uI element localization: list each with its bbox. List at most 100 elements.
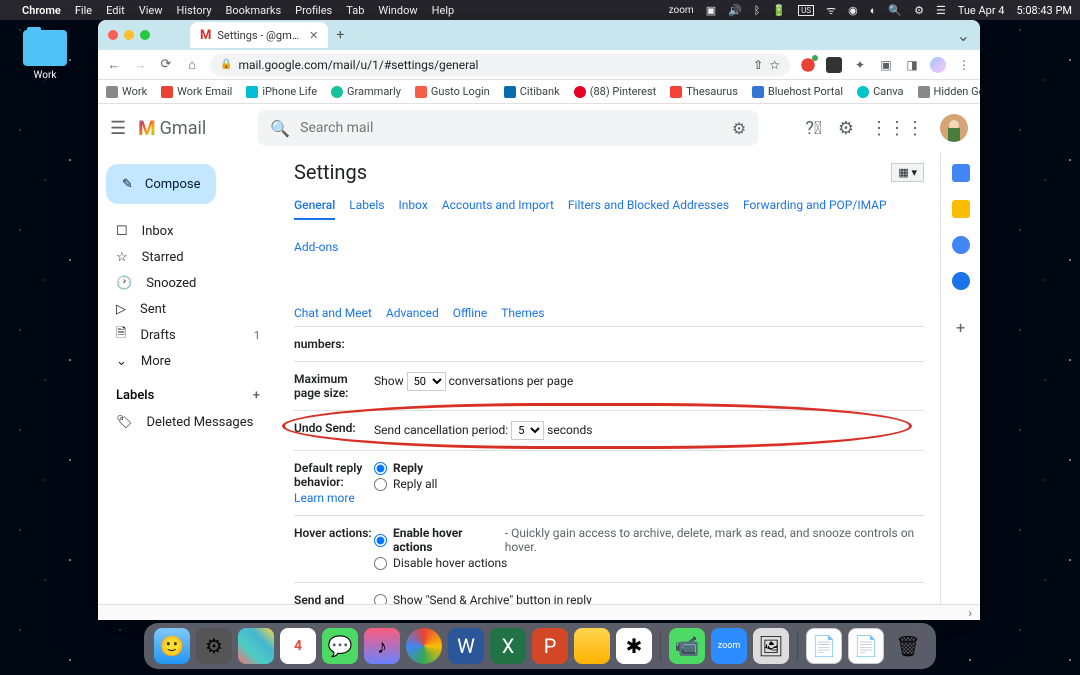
tab-addons[interactable]: Add-ons [294,234,338,260]
tab-themes[interactable]: Themes [501,300,544,326]
bookmark-bluehost[interactable]: Bluehost Portal [752,85,843,98]
tab-general[interactable]: General [294,192,335,220]
extensions-puzzle-icon[interactable]: ✦ [852,57,868,73]
date[interactable]: Tue Apr 4 [958,4,1005,17]
reply-learn-more[interactable]: Learn more [294,491,374,505]
share-icon[interactable]: ⇧ [753,58,763,72]
nav-more[interactable]: ⌄More [98,348,278,374]
dock-facetime[interactable]: 📹 [669,628,705,664]
battery-icon[interactable]: 🔋 [772,4,786,17]
dock-music[interactable]: ♪ [364,628,400,664]
hover-enable-radio[interactable] [374,534,387,547]
volume-icon[interactable]: 🔊 [728,4,742,17]
menu-window[interactable]: Window [378,4,417,17]
dock-word[interactable]: W [448,628,484,664]
language-selector[interactable]: ▦ ▾ [891,163,924,182]
siri-icon[interactable]: ◐ [870,4,877,17]
menu-history[interactable]: History [177,4,212,17]
bookmark-star-icon[interactable]: ☆ [769,58,780,72]
dock-finder[interactable]: 🙂 [154,628,190,664]
calendar-icon[interactable] [952,164,970,182]
close-tab-icon[interactable]: ✕ [309,29,318,42]
zoom-indicator[interactable]: zoom [669,5,694,16]
forward-button[interactable]: → [132,57,148,73]
bookmark-canva[interactable]: Canva [857,85,903,98]
address-bar[interactable]: 🔒 mail.google.com/mail/u/1/#settings/gen… [210,54,790,76]
dock-trash[interactable]: 🗑 [890,628,926,664]
tab-accounts[interactable]: Accounts and Import [442,192,554,220]
search-options-icon[interactable]: ⚙ [732,119,746,138]
dock-notes[interactable] [574,628,610,664]
notifications-icon[interactable]: ☰ [936,4,946,17]
add-panel-icon[interactable]: + [956,318,965,337]
dock-calendar[interactable]: 4 [280,628,316,664]
contacts-icon[interactable] [952,272,970,290]
search-input[interactable] [300,120,722,136]
nav-snoozed[interactable]: 🕐Snoozed [98,270,278,296]
replyall-radio[interactable] [374,478,387,491]
menu-view[interactable]: View [139,4,163,17]
scroll-indicator[interactable]: › [98,604,980,620]
menu-file[interactable]: File [75,4,92,17]
maxpage-select[interactable]: 50 [407,372,446,391]
menu-help[interactable]: Help [432,4,455,17]
tasks-icon[interactable] [952,236,970,254]
search-bar[interactable]: 🔍 ⚙ [258,110,758,146]
time[interactable]: 5:08:43 PM [1016,4,1072,17]
wifi-icon[interactable]: ᯤ [826,3,836,18]
dock-zoom[interactable]: zoom [711,628,747,664]
hamburger-icon[interactable]: ☰ [110,118,126,139]
menu-edit[interactable]: Edit [106,4,125,17]
chrome-menu-icon[interactable]: ⋮ [956,57,972,73]
dock-file1[interactable]: 📄 [806,628,842,664]
hover-disable-radio[interactable] [374,557,387,570]
tabs-dropdown-icon[interactable]: ⌄ [957,26,970,45]
app-name[interactable]: Chrome [22,4,61,17]
dock-file2[interactable]: 📄 [848,628,884,664]
spotlight-icon[interactable]: 🔍 [888,4,902,17]
nav-sent[interactable]: ▷Sent [98,296,278,322]
maximize-window[interactable] [140,30,150,40]
bookmark-citibank[interactable]: Citibank [504,85,560,98]
new-tab-button[interactable]: + [336,27,344,43]
menu-bookmarks[interactable]: Bookmarks [226,4,282,17]
extension-icon-2[interactable] [826,57,842,73]
dock-preview[interactable]: 🖼 [753,628,789,664]
bookmark-work[interactable]: Work [106,85,147,98]
bookmark-work-email[interactable]: Work Email [161,85,232,98]
tab-offline[interactable]: Offline [453,300,487,326]
bluetooth-icon[interactable]: ᛒ [754,4,761,17]
nav-drafts[interactable]: 🗎Drafts1 [98,322,278,348]
dock-slack[interactable]: ✱ [616,628,652,664]
close-window[interactable] [108,30,118,40]
screenshare-icon[interactable]: ▣ [706,4,716,17]
user-icon[interactable]: ◉ [848,4,858,17]
settings-gear-icon[interactable]: ⚙ [838,118,854,139]
tab-inbox[interactable]: Inbox [398,192,427,220]
tab-filters[interactable]: Filters and Blocked Addresses [568,192,729,220]
apps-grid-icon[interactable]: ⋮⋮⋮ [870,118,924,139]
profile-avatar[interactable] [930,57,946,73]
extension-icon[interactable] [800,57,816,73]
tab-chat[interactable]: Chat and Meet [294,300,372,326]
dock-excel[interactable]: X [490,628,526,664]
nav-inbox[interactable]: ☐Inbox [98,218,278,244]
control-center-icon[interactable]: ⚙ [914,4,924,17]
cast-icon[interactable]: ▣ [878,57,894,73]
label-deleted[interactable]: 🏷Deleted Messages [98,409,278,435]
bookmark-hidden-gems[interactable]: Hidden Gems [918,85,980,98]
reload-button[interactable]: ⟳ [158,57,174,72]
minimize-window[interactable] [124,30,134,40]
bookmark-iphone-life[interactable]: iPhone Life [246,85,317,98]
bookmark-gusto[interactable]: Gusto Login [415,85,490,98]
browser-tab[interactable]: M Settings - @gm… ✕ [190,22,328,48]
back-button[interactable]: ← [106,57,122,73]
dock-launchpad[interactable] [238,628,274,664]
compose-button[interactable]: ✎ Compose [106,164,216,204]
account-avatar[interactable] [940,114,968,142]
menu-profiles[interactable]: Profiles [295,4,332,17]
menu-tab[interactable]: Tab [346,4,364,17]
support-icon[interactable]: ?⃝ [805,118,822,139]
dock-messages[interactable]: 💬 [322,628,358,664]
reply-radio[interactable] [374,462,387,475]
